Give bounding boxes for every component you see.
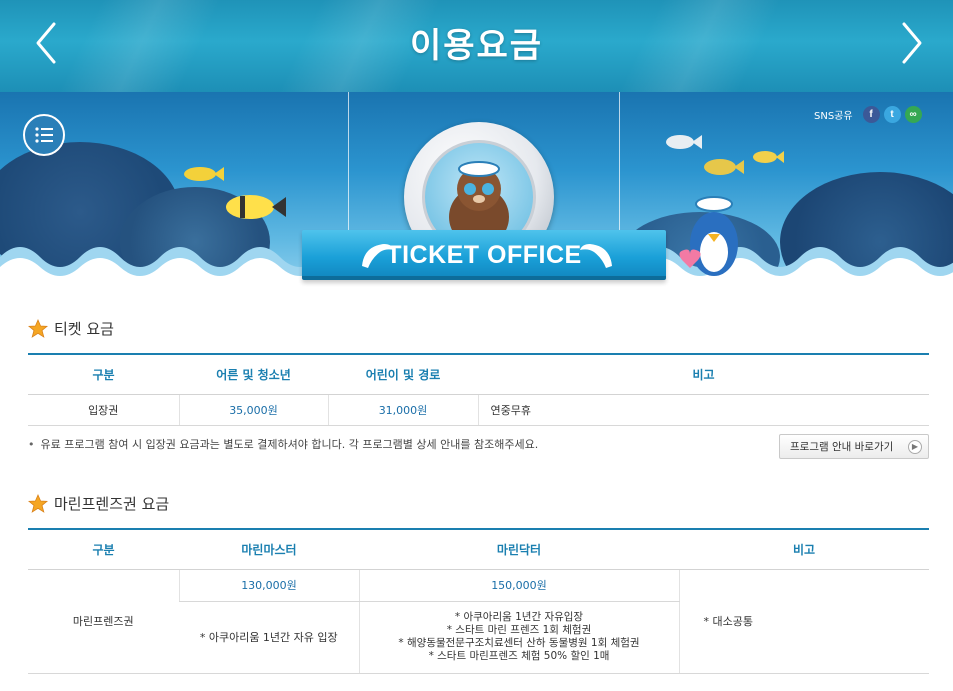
- sns-label: SNS공유: [814, 111, 853, 122]
- ticket-type: 마린프렌즈권: [28, 569, 179, 674]
- dolphin-icon: [580, 244, 612, 268]
- column-header: 비고: [679, 528, 929, 570]
- penguin-mascot-icon: [679, 196, 738, 276]
- marine-section-title: 마린프렌즈권 요금: [28, 493, 169, 514]
- benefit-line: * 아쿠아리움 1년간 자유입장: [454, 611, 584, 623]
- menu-button[interactable]: [23, 114, 65, 156]
- table-header-row: 구분 어른 및 청소년 어린이 및 경로 비고: [28, 353, 929, 395]
- ticket-section-title: 티켓 요금: [28, 318, 114, 339]
- child-price: 31,000원: [327, 394, 478, 426]
- rope: [619, 92, 620, 232]
- ticket-office-sign: TICKET OFFICE: [302, 230, 666, 280]
- doctor-price: 150,000원: [358, 569, 679, 602]
- column-header: 어린이 및 경로: [328, 353, 478, 395]
- column-header: 구분: [28, 353, 179, 395]
- list-icon: [35, 127, 53, 143]
- remark: 연중무휴: [477, 394, 929, 426]
- program-guide-button[interactable]: 프로그램 안내 바로가기 ▶: [779, 434, 929, 459]
- master-price: 130,000원: [178, 569, 359, 602]
- facebook-icon[interactable]: f: [862, 106, 880, 123]
- rope: [348, 92, 349, 232]
- benefit-line: * 해양동물전문구조치료센터 산하 동물병원 1회 체험권: [398, 637, 640, 649]
- master-benefits: * 아쿠아리움 1년간 자유 입장: [179, 601, 359, 674]
- fish-group: [184, 167, 286, 219]
- starfish-icon: [28, 493, 48, 513]
- arrow-right-icon: ▶: [908, 440, 922, 454]
- fee-note: 유료 프로그램 참여 시 입장권 요금과는 별도로 결제하셔야 합니다. 각 프…: [28, 436, 539, 452]
- section-title-text: 티켓 요금: [54, 320, 114, 338]
- adult-price: 35,000원: [178, 394, 328, 426]
- column-header: 마린마스터: [179, 528, 359, 570]
- page-header: 이용요금: [0, 0, 953, 92]
- table-row: 입장권 35,000원 31,000원 연중무휴: [28, 394, 929, 426]
- next-button[interactable]: [892, 20, 932, 66]
- program-guide-label: 프로그램 안내 바로가기: [790, 441, 894, 453]
- column-header: 어른 및 청소년: [179, 353, 328, 395]
- table-row: 마린프렌즈권 130,000원 150,000원 * 대소공통: [28, 569, 929, 674]
- fish-group: [666, 135, 784, 175]
- column-header: 구분: [28, 528, 179, 570]
- benefit-line: * 스타트 마린프렌즈 체험 50% 할인 1매: [428, 650, 610, 662]
- twitter-icon[interactable]: t: [883, 106, 901, 123]
- page-title: 이용요금: [409, 26, 544, 66]
- table-header-row: 구분 마린마스터 마린닥터 비고: [28, 528, 929, 570]
- section-title-text: 마린프렌즈권 요금: [54, 495, 170, 513]
- ticket-type: 입장권: [28, 394, 179, 426]
- link-icon[interactable]: ∞: [904, 106, 922, 123]
- column-header: 비고: [478, 353, 929, 395]
- chevron-right-icon: [902, 22, 922, 64]
- starfish-icon: [28, 318, 48, 338]
- marine-fee-table: 구분 마린마스터 마린닥터 비고 마린프렌즈권 130,000원 150,000…: [28, 528, 929, 674]
- doctor-benefits: * 아쿠아리움 1년간 자유입장 * 스타트 마린 프렌즈 1회 체험권 * 해…: [358, 601, 679, 674]
- aquarium-banner: SNS공유 f t ∞ TICKET OFFICE: [0, 92, 953, 287]
- ticket-fee-table: 구분 어른 및 청소년 어린이 및 경로 비고 입장권 35,000원 31,0…: [28, 353, 929, 426]
- column-header: 마린닥터: [359, 528, 679, 570]
- benefit-line: * 스타트 마린 프렌즈 1회 체험권: [446, 624, 592, 636]
- sns-share: SNS공유 f t ∞: [814, 106, 922, 123]
- remark: * 대소공통: [678, 569, 929, 674]
